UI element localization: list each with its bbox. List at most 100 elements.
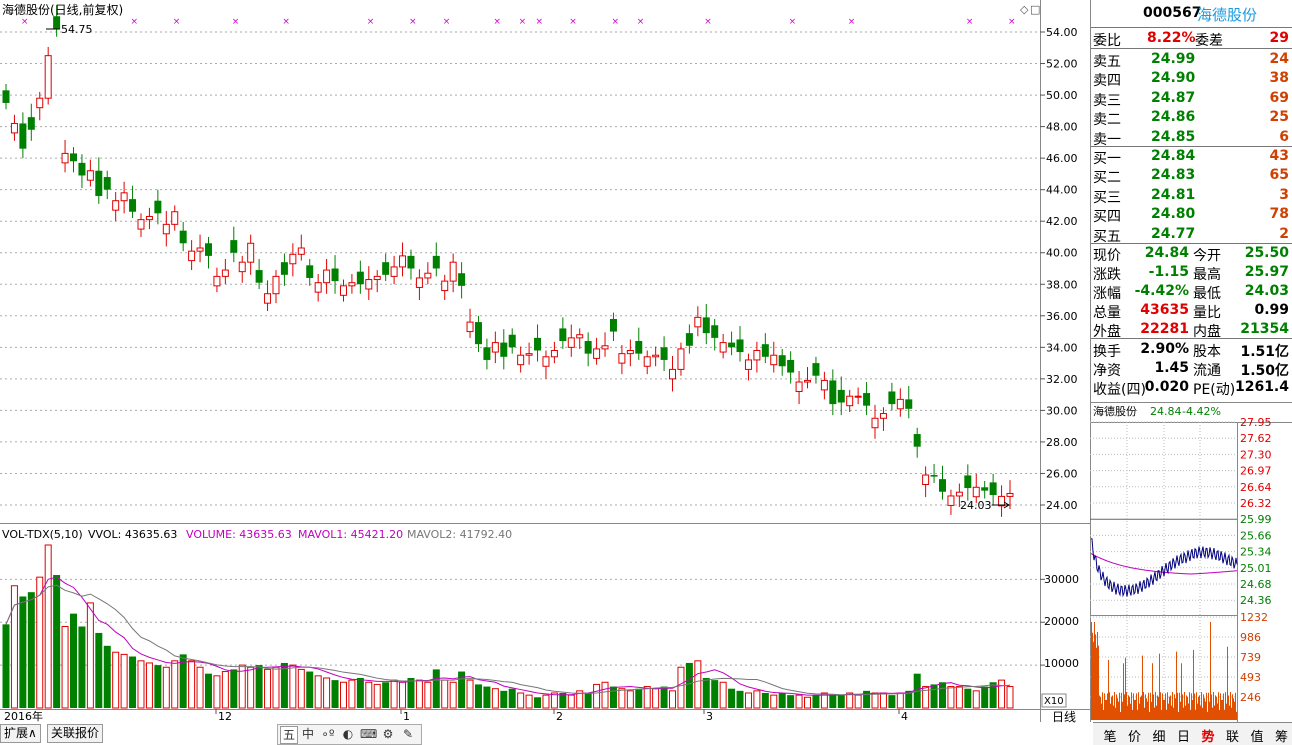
volume-bar [964, 688, 972, 708]
event-marker[interactable]: × [519, 17, 527, 27]
vol-title: VOL-TDX(5,10) [2, 528, 83, 541]
candle-body [221, 269, 229, 277]
event-marker[interactable]: × [966, 17, 974, 27]
buy-level-price: 24.77 [1151, 225, 1196, 242]
event-marker[interactable]: × [282, 17, 290, 27]
intraday-tab[interactable]: 联 [1222, 726, 1244, 745]
event-marker[interactable]: × [409, 17, 417, 27]
intraday-tab[interactable]: 价 [1124, 726, 1146, 745]
candle-body [466, 321, 474, 333]
period-label[interactable]: 日线 [1052, 710, 1076, 724]
related-quote-tab[interactable]: 关联报价 [47, 724, 104, 743]
volume-bar [593, 683, 601, 709]
volume-bar [19, 596, 27, 708]
volume-bar [871, 692, 879, 709]
candle-body [382, 262, 390, 275]
five-icon[interactable]: 五 [280, 726, 298, 744]
diamond-icon[interactable]: ◇ [1020, 3, 1029, 16]
quote-panel: 000567 海德股份 委比 8.22% 委差 29 卖五 24.99 24 卖四 24… [1090, 0, 1292, 402]
candle-body [508, 334, 516, 348]
candle-body [390, 266, 398, 277]
intraday-tab[interactable]: 势 [1197, 726, 1219, 745]
fin-label: PE(动) [1193, 382, 1236, 398]
intraday-chart[interactable]: 海德股份 24.84 -4.42% 27.95 27.62 27.30 26.97 26… [1090, 402, 1292, 722]
event-marker[interactable]: × [131, 17, 139, 27]
intraday-tab[interactable]: 笔 [1099, 726, 1121, 745]
wrench-icon[interactable]: ✎ [400, 726, 416, 742]
candle-body [230, 240, 238, 253]
date-label: 3 [706, 710, 713, 723]
candle-body [863, 393, 871, 406]
event-marker[interactable]: × [569, 17, 577, 27]
volume-bar [660, 686, 668, 708]
event-marker[interactable]: × [232, 17, 240, 27]
event-marker[interactable]: × [493, 17, 501, 27]
candle-body [719, 342, 727, 353]
volume-bar [196, 666, 204, 709]
square-icon[interactable]: □ [1030, 3, 1040, 16]
volume-bar [998, 679, 1006, 709]
moon-icon[interactable]: ◐ [340, 726, 356, 742]
buy-level-price: 24.83 [1151, 167, 1196, 184]
stat-row: 涨幅 -4.42% 最低 24.03 [1091, 282, 1292, 302]
volume-bar [542, 694, 550, 709]
candle-body [567, 337, 575, 348]
buy-row: 买二 24.83 65 [1091, 166, 1292, 186]
volume-bar [27, 592, 35, 708]
kline-chart[interactable]: 54.00 52.00 50.00 48.00 46.00 44.00 42.00 40.00… [0, 0, 1090, 745]
fin-row: 净资 1.45 流通 1.50亿 [1091, 359, 1292, 379]
volume-bar [154, 665, 162, 708]
volume-bar [635, 688, 643, 708]
price-tick: 46.00 [1046, 152, 1078, 165]
candle-body [677, 348, 685, 370]
event-marker[interactable]: × [848, 17, 856, 27]
event-marker[interactable]: × [21, 17, 29, 27]
event-marker[interactable]: × [443, 17, 451, 27]
intraday-tab[interactable]: 日 [1173, 726, 1195, 745]
event-marker[interactable]: × [536, 17, 544, 27]
volume-bar [652, 688, 660, 709]
candle-body [517, 354, 525, 366]
volume-bar [981, 686, 989, 708]
event-marker[interactable]: × [1008, 17, 1016, 27]
volume-bar [415, 679, 423, 709]
candle-body [399, 255, 407, 268]
volume-bar [424, 681, 432, 709]
intraday-price-tick: 24.36 [1240, 594, 1272, 607]
sell-row: 卖五 24.99 24 [1091, 50, 1292, 70]
gear-icon[interactable]: ⚙ [380, 726, 396, 742]
event-marker[interactable]: × [611, 17, 619, 27]
event-marker[interactable]: × [704, 17, 712, 27]
candle-body [424, 272, 432, 279]
intraday-volume-tick: 493 [1240, 671, 1261, 684]
punct-icon[interactable]: ∘º [320, 726, 336, 742]
event-marker[interactable]: × [637, 17, 645, 27]
sell-level-price: 24.86 [1151, 109, 1196, 126]
stat-row: 总量 43635 量比 0.99 [1091, 301, 1292, 321]
intraday-tab[interactable]: 值 [1246, 726, 1268, 745]
keyboard-icon[interactable]: ⌨ [360, 726, 377, 742]
volume-bar [255, 665, 263, 708]
intraday-tab[interactable]: 筹 [1271, 726, 1292, 745]
candle-body [905, 399, 913, 409]
fin-row: 换手 2.90% 股本 1.51亿 [1091, 340, 1292, 360]
candle-body [491, 342, 499, 353]
vol-tick: 30000 [1044, 573, 1079, 586]
x10-label[interactable]: X10 [1044, 696, 1064, 707]
price-tick: 42.00 [1046, 215, 1078, 228]
candle-body [314, 282, 322, 293]
intraday-tab[interactable]: 细 [1148, 726, 1170, 745]
volume-bar [525, 694, 533, 709]
volume-bar [694, 660, 702, 709]
candle-body [171, 211, 179, 225]
buy-level-price: 24.80 [1151, 206, 1196, 223]
sell-level-price: 24.99 [1151, 51, 1196, 67]
date-label: 12 [218, 710, 232, 723]
expand-tab[interactable]: 扩展∧ [0, 724, 41, 743]
event-marker[interactable]: × [173, 17, 181, 27]
candle-body [449, 261, 457, 282]
event-marker[interactable]: × [789, 17, 797, 27]
zhong-icon[interactable]: 中 [300, 726, 316, 742]
stat-label: 最高 [1193, 267, 1221, 283]
event-marker[interactable]: × [367, 17, 375, 27]
